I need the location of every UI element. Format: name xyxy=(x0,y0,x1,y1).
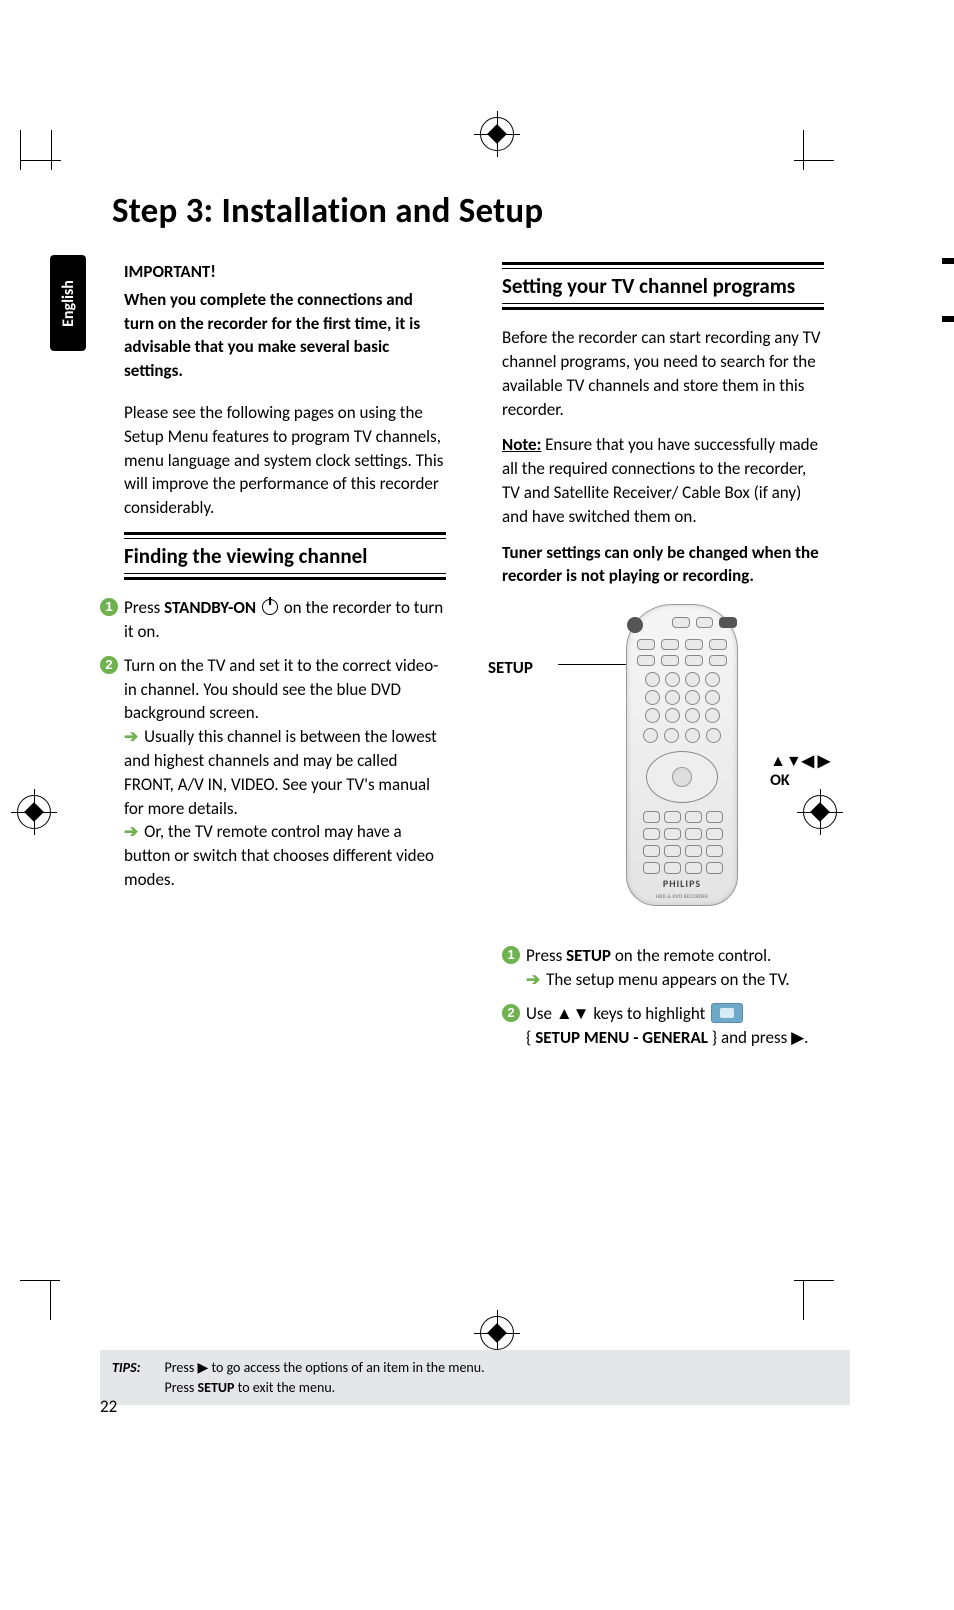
r-step1-c: on the remote control. xyxy=(611,945,771,966)
language-tab-label: English xyxy=(59,280,78,327)
r-step2-a: Use xyxy=(526,1003,556,1024)
tips-label: TIPS: xyxy=(112,1358,141,1397)
tips-footer: TIPS: Press ▶ to go access the options o… xyxy=(100,1350,850,1405)
arrow-icon: ➔ xyxy=(124,726,138,747)
step2-text-b: Usually this channel is between the lowe… xyxy=(124,726,437,818)
important-heading: IMPORTANT! xyxy=(124,260,446,284)
important-body: When you complete the connections and tu… xyxy=(124,288,446,383)
registration-mark-top xyxy=(480,117,514,151)
language-tab: English xyxy=(50,255,86,351)
remote-subtitle: HDD & DVD RECORDER xyxy=(627,894,737,901)
right-step-1: 1 Press SETUP on the remote control. ➔ T… xyxy=(526,944,824,992)
note-body: Ensure that you have successfully made a… xyxy=(502,434,818,526)
step-number-1: 1 xyxy=(502,946,520,964)
arrow-icon: ➔ xyxy=(124,821,138,842)
registration-mark-bottom xyxy=(480,1316,514,1350)
nav-callout-label: ▲▼◀ ▶ OK xyxy=(770,752,830,790)
section-rule xyxy=(124,532,446,539)
step2-text-a: Turn on the TV and set it to the correct… xyxy=(124,655,438,724)
section-finding-channel: Finding the viewing channel xyxy=(124,543,446,569)
power-icon xyxy=(262,599,278,615)
step-number-1: 1 xyxy=(100,598,118,616)
r-step1-a: Press xyxy=(526,945,566,966)
play-icon: ▶ xyxy=(198,1359,209,1376)
r-step2-b: keys to highlight xyxy=(590,1003,710,1024)
section-rule xyxy=(502,262,824,269)
setup-label-inline: SETUP xyxy=(566,945,611,966)
tv-icon xyxy=(711,1003,743,1023)
edge-mark xyxy=(942,258,954,264)
remote-control: PHILIPS HDD & DVD RECORDER xyxy=(626,604,738,906)
intro-text: Please see the following pages on using … xyxy=(124,401,446,520)
remote-brand: PHILIPS xyxy=(627,877,737,891)
section-tv-channel-programs: Setting your TV channel programs xyxy=(502,273,824,299)
tips-line2-c: to exit the menu. xyxy=(234,1379,335,1396)
section-rule xyxy=(124,573,446,580)
step1-text-a: Press xyxy=(124,597,164,618)
tips-line2-a: Press xyxy=(165,1379,198,1396)
crop-mark-top-left xyxy=(20,130,61,170)
registration-mark-left xyxy=(17,795,51,829)
r-step1-d: The setup menu appears on the TV. xyxy=(542,969,789,990)
note-paragraph: Note: Ensure that you have successfully … xyxy=(502,433,824,528)
step2-text-c: Or, the TV remote control may have a but… xyxy=(124,821,434,890)
step-number-2: 2 xyxy=(502,1004,520,1022)
step-number-2: 2 xyxy=(100,656,118,674)
dpad xyxy=(646,751,718,803)
setup-menu-general: SETUP MENU - GENERAL xyxy=(535,1027,708,1048)
tips-setup: SETUP xyxy=(198,1379,235,1396)
play-icon: ▶ xyxy=(791,1027,804,1048)
tips-line1-b: to go access the options of an item in t… xyxy=(208,1359,484,1376)
arrow-icon: ➔ xyxy=(526,969,540,990)
step-2: 2 Turn on the TV and set it to the corre… xyxy=(124,654,446,892)
crop-mark-bottom-right xyxy=(794,1280,834,1320)
crop-mark-bottom-left xyxy=(20,1280,60,1320)
page-number: 22 xyxy=(100,1396,117,1417)
standby-on-label: STANDBY-ON xyxy=(164,597,256,618)
section-rule xyxy=(502,303,824,310)
step-1: 1 Press STANDBY-ON on the recorder to tu… xyxy=(124,596,446,644)
tuner-warning: Tuner settings can only be changed when … xyxy=(502,541,824,589)
page-title: Step 3: Installation and Setup xyxy=(112,190,850,232)
nav-arrows: ▲▼◀ ▶ xyxy=(770,752,830,771)
crop-mark-top-right xyxy=(794,130,834,170)
up-down-arrows: ▲▼ xyxy=(556,1003,590,1024)
tips-line1-a: Press xyxy=(165,1359,198,1376)
nav-ok: OK xyxy=(770,771,790,790)
right-step-2: 2 Use ▲▼ keys to highlight { SETUP MENU … xyxy=(526,1002,824,1050)
edge-mark xyxy=(942,316,954,322)
setup-callout-label: SETUP xyxy=(488,656,533,680)
callout-line xyxy=(558,664,630,665)
note-label: Note: xyxy=(502,434,541,455)
r-step2-c: } and press xyxy=(708,1027,791,1048)
right-p1: Before the recorder can start recording … xyxy=(502,326,824,421)
remote-illustration: SETUP ▲▼◀ ▶ OK xyxy=(502,604,824,924)
